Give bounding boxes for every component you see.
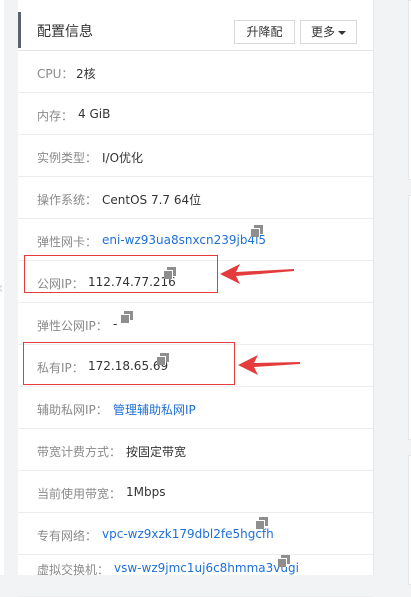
memory-value: 4 GiB — [78, 107, 111, 121]
vpc-link[interactable]: vpc-wz9xzk179dbl2fe5hgcfh — [102, 527, 274, 541]
row-billing-method: 带宽计费方式： 按固定带宽 — [18, 429, 373, 471]
copy-icon[interactable] — [251, 225, 264, 238]
row-os: 操作系统： CentOS 7.7 64位 — [18, 177, 373, 219]
upgrade-button[interactable]: 升降配 — [234, 20, 295, 44]
public-ip-highlight-box — [24, 255, 218, 293]
eip-value: - — [113, 317, 118, 331]
header-accent-bar — [18, 12, 21, 48]
bandwidth-label: 当前使用带宽： — [37, 487, 122, 501]
copy-icon[interactable] — [121, 311, 134, 324]
row-vpc: 专有网络： vpc-wz9xzk179dbl2fe5hgcfh — [18, 513, 373, 555]
manage-secondary-ip-link[interactable]: 管理辅助私网IP — [113, 401, 196, 418]
row-secondary-ip: 辅助私网IP： 管理辅助私网IP — [18, 387, 373, 429]
row-instance-type: 实例类型： I/O优化 — [18, 135, 373, 177]
more-button[interactable]: 更多 — [300, 20, 357, 44]
secondary-ip-label: 辅助私网IP： — [37, 403, 108, 417]
private-ip-arrow-icon — [238, 355, 300, 375]
copy-icon[interactable] — [278, 555, 291, 568]
row-bandwidth: 当前使用带宽： 1Mbps — [18, 471, 373, 513]
chevron-left-icon[interactable]: ‹ — [0, 280, 5, 296]
row-memory: 内存： 4 GiB — [18, 93, 373, 135]
os-label: 操作系统： — [37, 193, 98, 207]
row-eip: 弹性公网IP： - — [18, 303, 373, 345]
eni-label: 弹性网卡： — [37, 235, 98, 249]
more-button-label: 更多 — [310, 25, 335, 39]
copy-icon[interactable] — [256, 517, 269, 530]
public-ip-arrow-icon — [220, 264, 294, 284]
row-vswitch: 虚拟交换机： vsw-wz9jmc1uj6c8hmma3vugi — [18, 555, 373, 597]
os-value: CentOS 7.7 64位 — [102, 193, 202, 207]
vswitch-label: 虚拟交换机： — [37, 563, 110, 577]
eip-label: 弹性公网IP： — [37, 319, 108, 333]
private-ip-highlight-box — [23, 342, 235, 385]
billing-method-value: 按固定带宽 — [126, 445, 187, 459]
bandwidth-value: 1Mbps — [126, 485, 166, 499]
instance-type-value: I/O优化 — [102, 151, 144, 165]
eni-link[interactable]: eni-wz93ua8snxcn239jb4i5 — [102, 233, 266, 247]
instance-type-label: 实例类型： — [37, 151, 98, 165]
memory-label: 内存： — [37, 109, 74, 123]
vpc-label: 专有网络： — [37, 529, 98, 543]
billing-method-label: 带宽计费方式： — [37, 445, 122, 459]
row-cpu: CPU： 2核 — [18, 51, 373, 93]
panel-title: 配置信息 — [37, 24, 93, 40]
vswitch-link[interactable]: vsw-wz9jmc1uj6c8hmma3vugi — [114, 561, 299, 575]
cpu-value: 2核 — [76, 67, 96, 81]
caret-down-icon — [338, 30, 346, 35]
cpu-label: CPU： — [37, 67, 74, 81]
panel-header: 配置信息 升降配 更多 — [18, 0, 373, 51]
